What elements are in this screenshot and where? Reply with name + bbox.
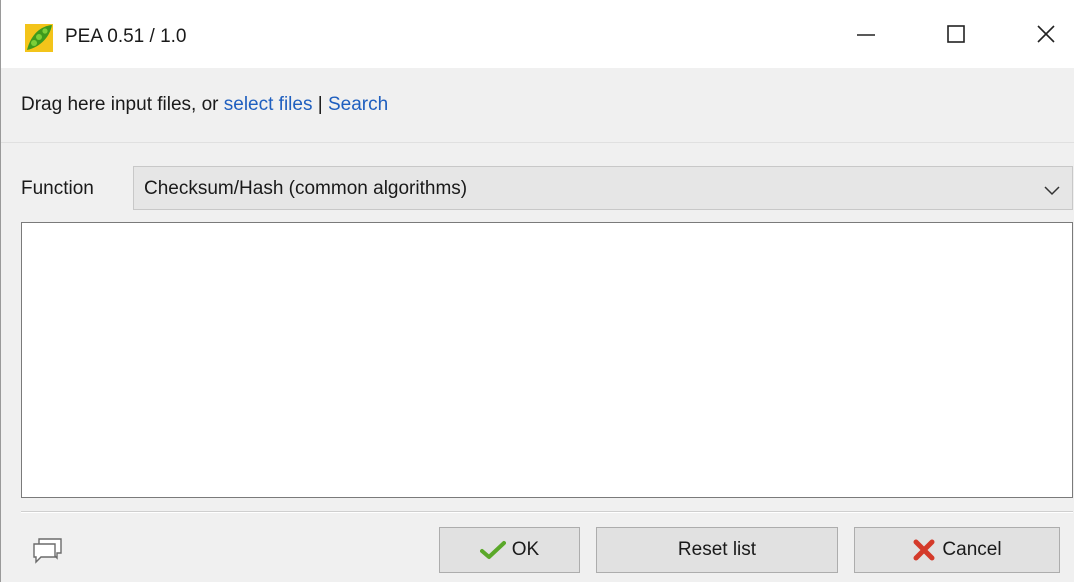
red-x-icon [912, 538, 936, 562]
cancel-button[interactable]: Cancel [854, 527, 1060, 573]
window-title: PEA 0.51 / 1.0 [65, 26, 187, 47]
search-link[interactable]: Search [328, 94, 388, 115]
title-bar[interactable]: PEA 0.51 / 1.0 [1, 0, 1074, 68]
ok-label: OK [511, 539, 540, 560]
function-selected-value: Checksum/Hash (common algorithms) [144, 178, 468, 199]
cancel-label: Cancel [942, 539, 1002, 560]
maximize-button[interactable] [911, 0, 1001, 68]
minimize-icon [856, 24, 876, 44]
speech-bubbles-icon[interactable] [31, 536, 65, 569]
minimize-button[interactable] [821, 0, 911, 68]
close-button[interactable] [1001, 0, 1074, 68]
drop-instructions: Drag here input files, or select files |… [21, 94, 388, 116]
function-label: Function [21, 178, 94, 199]
ok-button[interactable]: OK [439, 527, 580, 573]
chevron-down-icon [1044, 183, 1060, 201]
select-files-link[interactable]: select files [224, 94, 313, 115]
input-file-list[interactable] [21, 222, 1073, 498]
link-separator: | [312, 94, 328, 115]
maximize-icon [946, 24, 966, 44]
reset-list-button[interactable]: Reset list [596, 527, 838, 573]
function-select[interactable]: Checksum/Hash (common algorithms) [133, 166, 1073, 210]
pea-pod-icon [25, 24, 53, 52]
footer-divider [21, 511, 1073, 513]
checkmark-icon [479, 540, 506, 560]
close-icon [1036, 24, 1056, 44]
reset-list-label: Reset list [677, 539, 757, 560]
pea-window: PEA 0.51 / 1.0 Drag here input files, or… [0, 0, 1074, 582]
drop-zone[interactable]: Drag here input files, or select files |… [1, 68, 1074, 143]
drop-prompt-text: Drag here input files, or [21, 94, 224, 115]
